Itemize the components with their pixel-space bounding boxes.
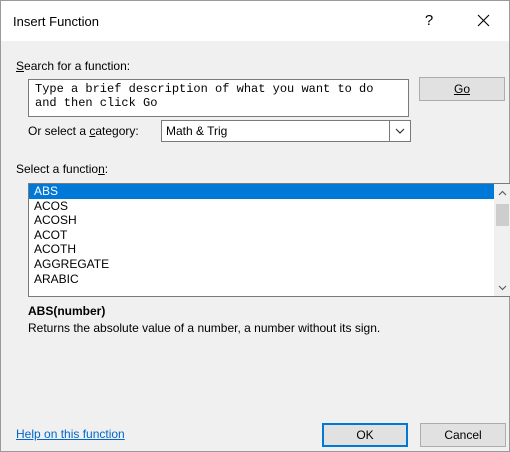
ok-button[interactable]: OK <box>322 423 408 447</box>
function-list-item[interactable]: ACOT <box>29 228 494 243</box>
category-label: Or select a category: <box>28 124 139 138</box>
title-bar: Insert Function ? <box>1 1 509 41</box>
function-list-label: Select a function: <box>16 162 109 176</box>
cancel-button[interactable]: Cancel <box>420 423 506 447</box>
chevron-up-icon <box>498 190 507 195</box>
function-signature: ABS(number) <box>28 304 106 318</box>
function-description: Returns the absolute value of a number, … <box>28 321 381 335</box>
search-input[interactable]: Type a brief description of what you wan… <box>28 79 409 117</box>
search-label: Search for a function: <box>16 59 131 73</box>
function-list-scrollbar[interactable] <box>494 184 510 296</box>
function-list-item[interactable]: ARABIC <box>29 272 494 287</box>
function-list-item[interactable]: AGGREGATE <box>29 257 494 272</box>
chevron-down-icon <box>395 128 405 134</box>
scroll-up-button[interactable] <box>494 184 510 201</box>
function-listbox[interactable]: ABS ACOS ACOSH ACOT ACOTH AGGREGATE ARAB… <box>28 183 510 297</box>
category-select[interactable]: Math & Trig <box>161 120 411 142</box>
help-on-function-link[interactable]: Help on this function <box>16 427 125 441</box>
insert-function-dialog: Insert Function ? Search for a function:… <box>0 0 510 452</box>
function-list-item[interactable]: ABS <box>29 184 494 199</box>
dialog-title: Insert Function <box>13 14 99 29</box>
category-select-value: Math & Trig <box>166 124 228 138</box>
close-icon <box>477 14 489 27</box>
scroll-down-button[interactable] <box>494 279 510 296</box>
function-list-item[interactable]: ACOS <box>29 199 494 214</box>
category-dropdown-button[interactable] <box>389 121 410 141</box>
scroll-thumb[interactable] <box>496 204 509 226</box>
chevron-down-icon <box>498 285 507 290</box>
close-button[interactable] <box>463 7 503 35</box>
help-button[interactable]: ? <box>409 7 449 35</box>
function-list-item[interactable]: ACOTH <box>29 242 494 257</box>
go-button[interactable]: Go <box>419 77 505 101</box>
function-list-item[interactable]: ACOSH <box>29 213 494 228</box>
